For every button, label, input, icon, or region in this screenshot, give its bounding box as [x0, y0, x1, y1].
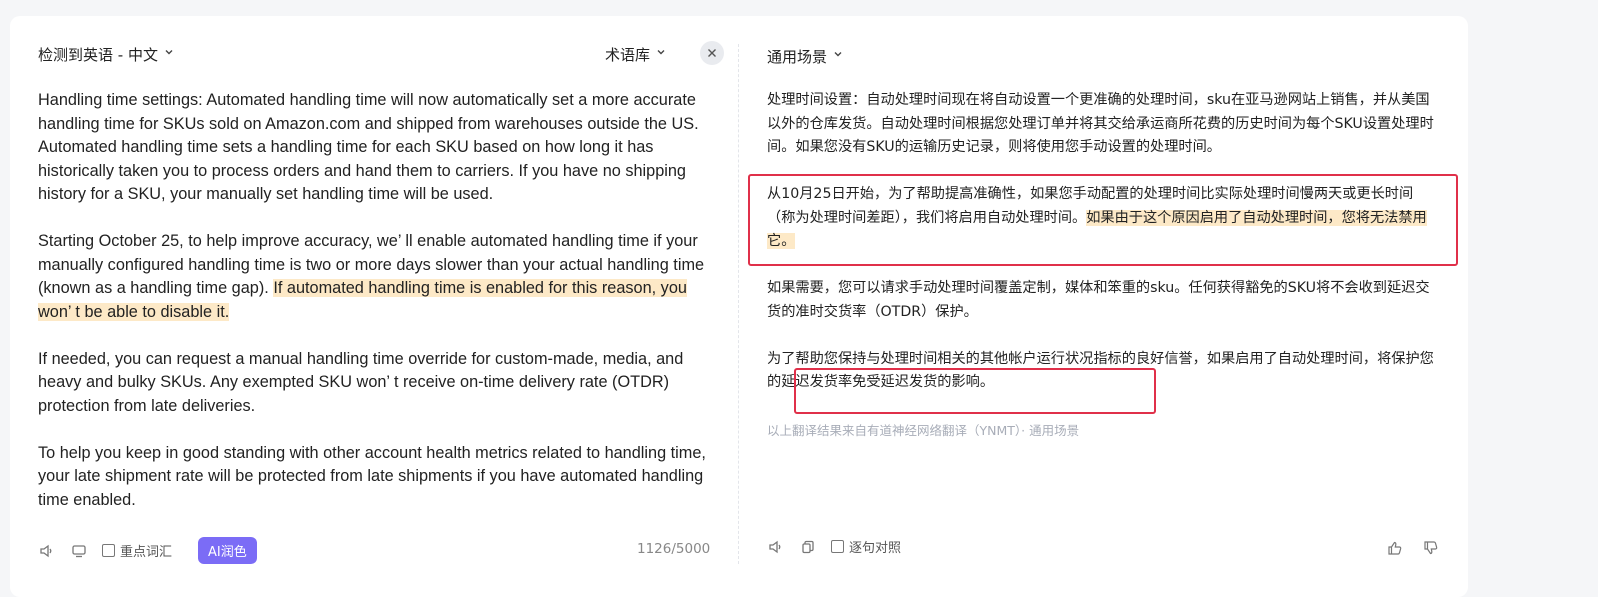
target-paragraph: 处理时间设置：自动处理时间现在将自动设置一个更准确的处理时间，sku在亚马逊网站…: [767, 89, 1439, 160]
translation-credit: 以上翻译结果来自有道神经网络翻译（YNMT）· 通用场景: [767, 423, 1080, 438]
glossary-label: 术语库: [605, 46, 651, 64]
thumbs-up-icon[interactable]: [1386, 539, 1404, 557]
key-terms-label: 重点词汇: [120, 545, 173, 560]
source-paragraph: If needed, you can request a manual hand…: [38, 348, 710, 419]
checkbox-icon: [831, 540, 844, 553]
scenario-selector-label: 通用场景: [767, 48, 828, 66]
source-paragraph: To help you keep in good standing with o…: [38, 442, 710, 513]
source-text-input[interactable]: Handling time settings: Automated handli…: [38, 89, 710, 536]
source-paragraph: Handling time settings: Automated handli…: [38, 89, 710, 207]
source-paragraph-text: Handling time settings: Automated handli…: [38, 91, 699, 203]
sentence-align-label: 逐句对照: [849, 541, 902, 556]
screen-icon[interactable]: [70, 542, 88, 560]
character-counter: 1126/5000: [637, 541, 711, 557]
source-paragraph: Starting October 25, to help improve acc…: [38, 230, 710, 324]
annotation-box: [794, 368, 1156, 414]
copy-icon[interactable]: [799, 538, 817, 556]
target-toolbar: 逐句对照: [767, 537, 901, 556]
annotation-box: [748, 174, 1458, 266]
source-paragraph-text: To help you keep in good standing with o…: [38, 443, 706, 509]
clear-input-button[interactable]: [700, 41, 724, 65]
chevron-down-icon: [656, 47, 666, 60]
source-toolbar: 重点词汇 AI润色: [38, 537, 257, 564]
speaker-icon[interactable]: [767, 538, 785, 556]
glossary-selector[interactable]: 术语库: [605, 44, 666, 65]
language-selector[interactable]: 检测到英语 - 中文: [38, 44, 174, 65]
target-paragraph: 如果需要，您可以请求手动处理时间覆盖定制，媒体和笨重的sku。任何获得豁免的SK…: [767, 277, 1439, 324]
target-paragraph-text: 如果需要，您可以请求手动处理时间覆盖定制，媒体和笨重的sku。任何获得豁免的SK…: [767, 280, 1430, 320]
ai-polish-button[interactable]: AI润色: [198, 537, 257, 564]
sentence-align-checkbox[interactable]: 逐句对照: [831, 537, 901, 556]
key-terms-checkbox[interactable]: 重点词汇: [102, 541, 172, 560]
chevron-down-icon: [833, 49, 843, 62]
scenario-selector[interactable]: 通用场景: [767, 46, 843, 67]
thumbs-down-icon[interactable]: [1422, 539, 1440, 557]
close-icon: [708, 49, 716, 57]
speaker-icon[interactable]: [38, 542, 56, 560]
panel-divider: [738, 44, 739, 564]
source-paragraph-text: If needed, you can request a manual hand…: [38, 349, 684, 415]
target-paragraph-text: 处理时间设置：自动处理时间现在将自动设置一个更准确的处理时间，sku在亚马逊网站…: [767, 92, 1434, 155]
chevron-down-icon: [164, 47, 174, 60]
language-selector-label: 检测到英语 - 中文: [38, 46, 158, 64]
checkbox-icon: [102, 544, 115, 557]
feedback-buttons: [1386, 539, 1440, 557]
